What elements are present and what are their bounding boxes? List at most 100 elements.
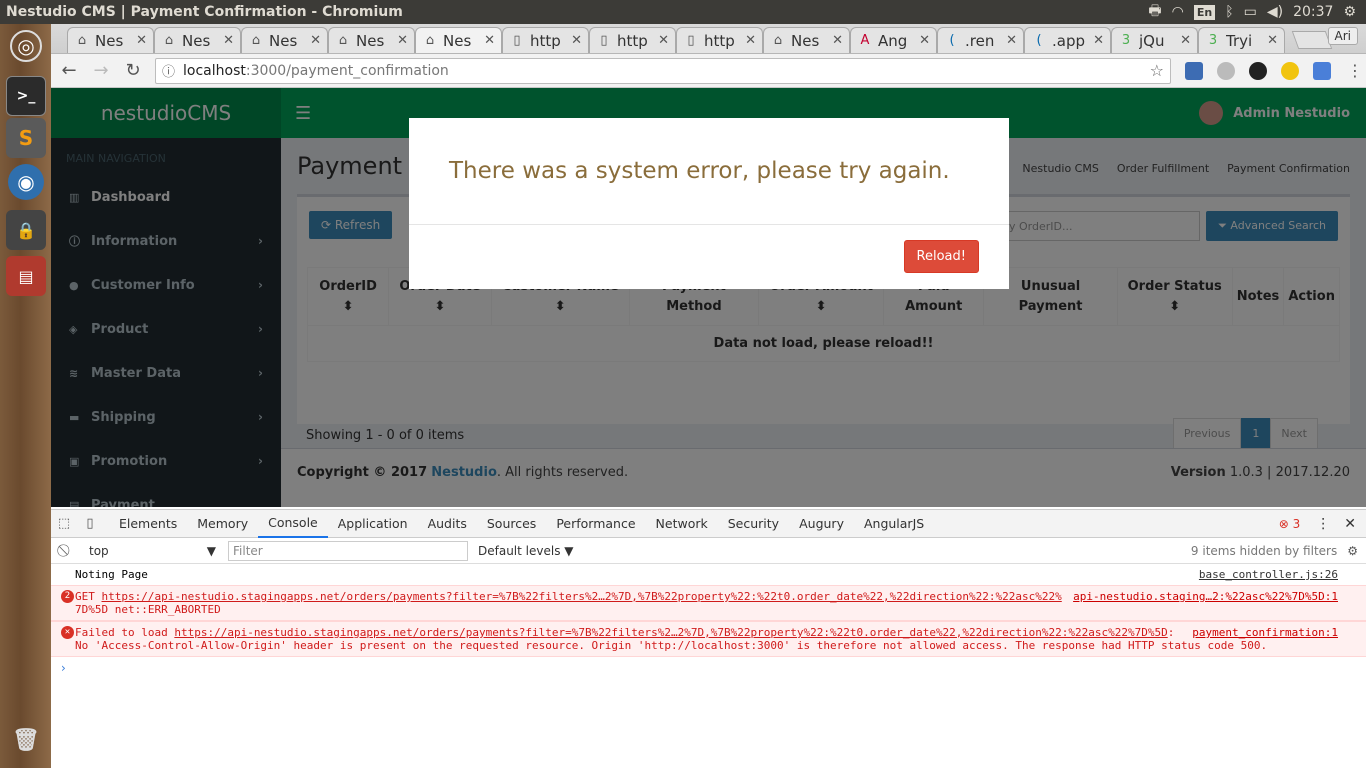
- nestudio-favicon-icon: ⌂: [773, 33, 783, 48]
- tab-close-icon[interactable]: ✕: [397, 33, 408, 48]
- browser-tab[interactable]: 3 jQu ✕: [1111, 27, 1198, 53]
- console-source-link[interactable]: api-nestudio.staging…2:%22asc%22%7D%5D:1: [1073, 590, 1338, 603]
- devtools-tab-elements[interactable]: Elements: [109, 510, 187, 538]
- extension-s-icon[interactable]: [1185, 61, 1203, 80]
- tab-close-icon[interactable]: ✕: [310, 33, 321, 48]
- extension-color-icon[interactable]: [1249, 61, 1267, 80]
- error-modal: There was a system error, please try aga…: [409, 118, 1009, 289]
- tab-title: Nes: [269, 31, 298, 50]
- settings-gear-icon[interactable]: ⚙: [1343, 4, 1356, 20]
- trash-icon[interactable]: 🗑: [6, 720, 46, 760]
- browser-tab[interactable]: ⌂ Nes ✕: [67, 27, 154, 53]
- tab-title: Ang: [878, 31, 908, 50]
- browser-tab[interactable]: ⌂ Nes ✕: [328, 27, 415, 53]
- chromium-icon[interactable]: ◉: [8, 164, 44, 200]
- new-tab-button[interactable]: [1291, 31, 1333, 49]
- page-info-icon[interactable]: ⓘ: [162, 61, 175, 80]
- devtools-tab-audits[interactable]: Audits: [418, 510, 477, 538]
- bluetooth-icon[interactable]: ᛒ: [1225, 4, 1233, 20]
- devtools-tab-angularjs[interactable]: AngularJS: [854, 510, 934, 538]
- console-url-link[interactable]: https://api-nestudio.stagingapps.net/ord…: [174, 626, 1167, 639]
- console-source-link[interactable]: payment_confirmation:1: [1192, 626, 1338, 639]
- log-levels-select[interactable]: Default levels ▼: [478, 544, 574, 558]
- bookmark-star-icon[interactable]: ☆: [1150, 61, 1164, 80]
- devtools-tab-performance[interactable]: Performance: [546, 510, 645, 538]
- extension-angular-icon[interactable]: [1217, 61, 1235, 80]
- devtools-tab-security[interactable]: Security: [718, 510, 789, 538]
- browser-tab[interactable]: ⌂ Nes ✕: [415, 27, 502, 53]
- browser-tab[interactable]: A Ang ✕: [850, 27, 937, 53]
- back-icon[interactable]: ←: [55, 60, 83, 81]
- devtools-tab-console[interactable]: Console: [258, 510, 328, 538]
- tab-close-icon[interactable]: ✕: [571, 33, 582, 48]
- browser-tab[interactable]: ⌂ Nes ✕: [241, 27, 328, 53]
- devtools-tab-memory[interactable]: Memory: [187, 510, 258, 538]
- battery-icon[interactable]: ▭: [1244, 4, 1257, 20]
- profile-button[interactable]: Ari: [1327, 27, 1358, 45]
- terminal-icon[interactable]: >_: [6, 76, 46, 116]
- browser-tab[interactable]: (.ren ✕: [937, 27, 1024, 53]
- tab-title: .ren: [965, 31, 995, 50]
- tab-close-icon[interactable]: ✕: [1180, 33, 1191, 48]
- tab-close-icon[interactable]: ✕: [745, 33, 756, 48]
- volume-icon[interactable]: ◀): [1267, 4, 1283, 20]
- console-message: Noting Page base_controller.js:26: [75, 568, 1338, 581]
- clear-console-icon[interactable]: ⃠: [51, 543, 81, 558]
- system-top-bar: Nestudio CMS | Payment Confirmation - Ch…: [0, 0, 1366, 24]
- console-source-link[interactable]: base_controller.js:26: [1199, 568, 1338, 581]
- console-prompt[interactable]: ›: [51, 657, 1366, 679]
- tab-close-icon[interactable]: ✕: [832, 33, 843, 48]
- tab-close-icon[interactable]: ✕: [136, 33, 147, 48]
- tab-title: http: [704, 31, 735, 50]
- lock-icon[interactable]: 🔒: [6, 210, 46, 250]
- tab-close-icon[interactable]: ✕: [1267, 33, 1278, 48]
- ubuntu-dash-icon[interactable]: ◎: [10, 30, 42, 62]
- console-filter-input[interactable]: Filter: [228, 540, 468, 561]
- tab-close-icon[interactable]: ✕: [484, 33, 495, 48]
- device-toolbar-icon[interactable]: ▯: [77, 516, 103, 531]
- reload-icon[interactable]: ↻: [119, 60, 147, 81]
- sublime-text-icon[interactable]: S: [6, 118, 46, 158]
- extension-translate-icon[interactable]: [1313, 61, 1331, 80]
- clock[interactable]: 20:37: [1293, 4, 1333, 20]
- devtools-tab-application[interactable]: Application: [328, 510, 418, 538]
- error-count-badge[interactable]: ⊗ 3: [1279, 517, 1301, 531]
- console-settings-icon[interactable]: ⚙: [1347, 544, 1358, 558]
- console-url-link[interactable]: https://api-nestudio.stagingapps.net/ord…: [102, 590, 1062, 603]
- tab-close-icon[interactable]: ✕: [1093, 33, 1104, 48]
- url-path: :3000/payment_confirmation: [245, 62, 449, 79]
- browser-tab[interactable]: ▯ http ✕: [676, 27, 763, 53]
- browser-tab[interactable]: (.app ✕: [1024, 27, 1111, 53]
- devtools-close-icon[interactable]: ✕: [1344, 516, 1356, 532]
- keyboard-language[interactable]: En: [1193, 4, 1216, 20]
- window-title: Nestudio CMS | Payment Confirmation - Ch…: [6, 4, 403, 20]
- browser-tab[interactable]: 3 Tryi ✕: [1198, 27, 1285, 53]
- tab-close-icon[interactable]: ✕: [223, 33, 234, 48]
- tab-close-icon[interactable]: ✕: [1006, 33, 1017, 48]
- context-select[interactable]: top ▼: [81, 544, 216, 558]
- forward-icon[interactable]: →: [87, 60, 115, 81]
- wifi-icon[interactable]: ◠: [1172, 4, 1184, 20]
- devtools-tab-augury[interactable]: Augury: [789, 510, 854, 538]
- address-bar[interactable]: ⓘ localhost :3000/payment_confirmation ☆: [155, 57, 1171, 84]
- extension-moon-icon[interactable]: [1281, 61, 1299, 80]
- tab-close-icon[interactable]: ✕: [658, 33, 669, 48]
- chrome-menu-icon[interactable]: ⋮: [1347, 61, 1363, 80]
- reload-button[interactable]: Reload!: [903, 240, 979, 273]
- devtools-tab-sources[interactable]: Sources: [477, 510, 546, 538]
- printer-icon[interactable]: 🖶: [1148, 0, 1161, 24]
- nestudio-favicon-icon: ⌂: [338, 33, 348, 48]
- browser-tab[interactable]: ▯ http ✕: [502, 27, 589, 53]
- inspect-element-icon[interactable]: ⬚: [51, 516, 77, 531]
- browser-tab[interactable]: ⌂ Nes ✕: [763, 27, 850, 53]
- devtools-menu-icon[interactable]: ⋮: [1316, 516, 1330, 532]
- tab-title: Nes: [356, 31, 385, 50]
- nestudio-favicon-icon: ⌂: [164, 33, 174, 48]
- tab-strip: ⌂ Nes ✕ ⌂ Nes ✕ ⌂ Nes ✕ ⌂ Nes ✕ ⌂ Nes ✕ ▯ http ✕ ▯ http ✕ ▯ ht…: [51, 24, 1366, 54]
- files-icon[interactable]: ▤: [6, 256, 46, 296]
- browser-tab[interactable]: ▯ http ✕: [589, 27, 676, 53]
- browser-tab[interactable]: ⌂ Nes ✕: [154, 27, 241, 53]
- devtools-tab-network[interactable]: Network: [646, 510, 718, 538]
- tab-close-icon[interactable]: ✕: [919, 33, 930, 48]
- nestudio-favicon-icon: ⌂: [77, 33, 87, 48]
